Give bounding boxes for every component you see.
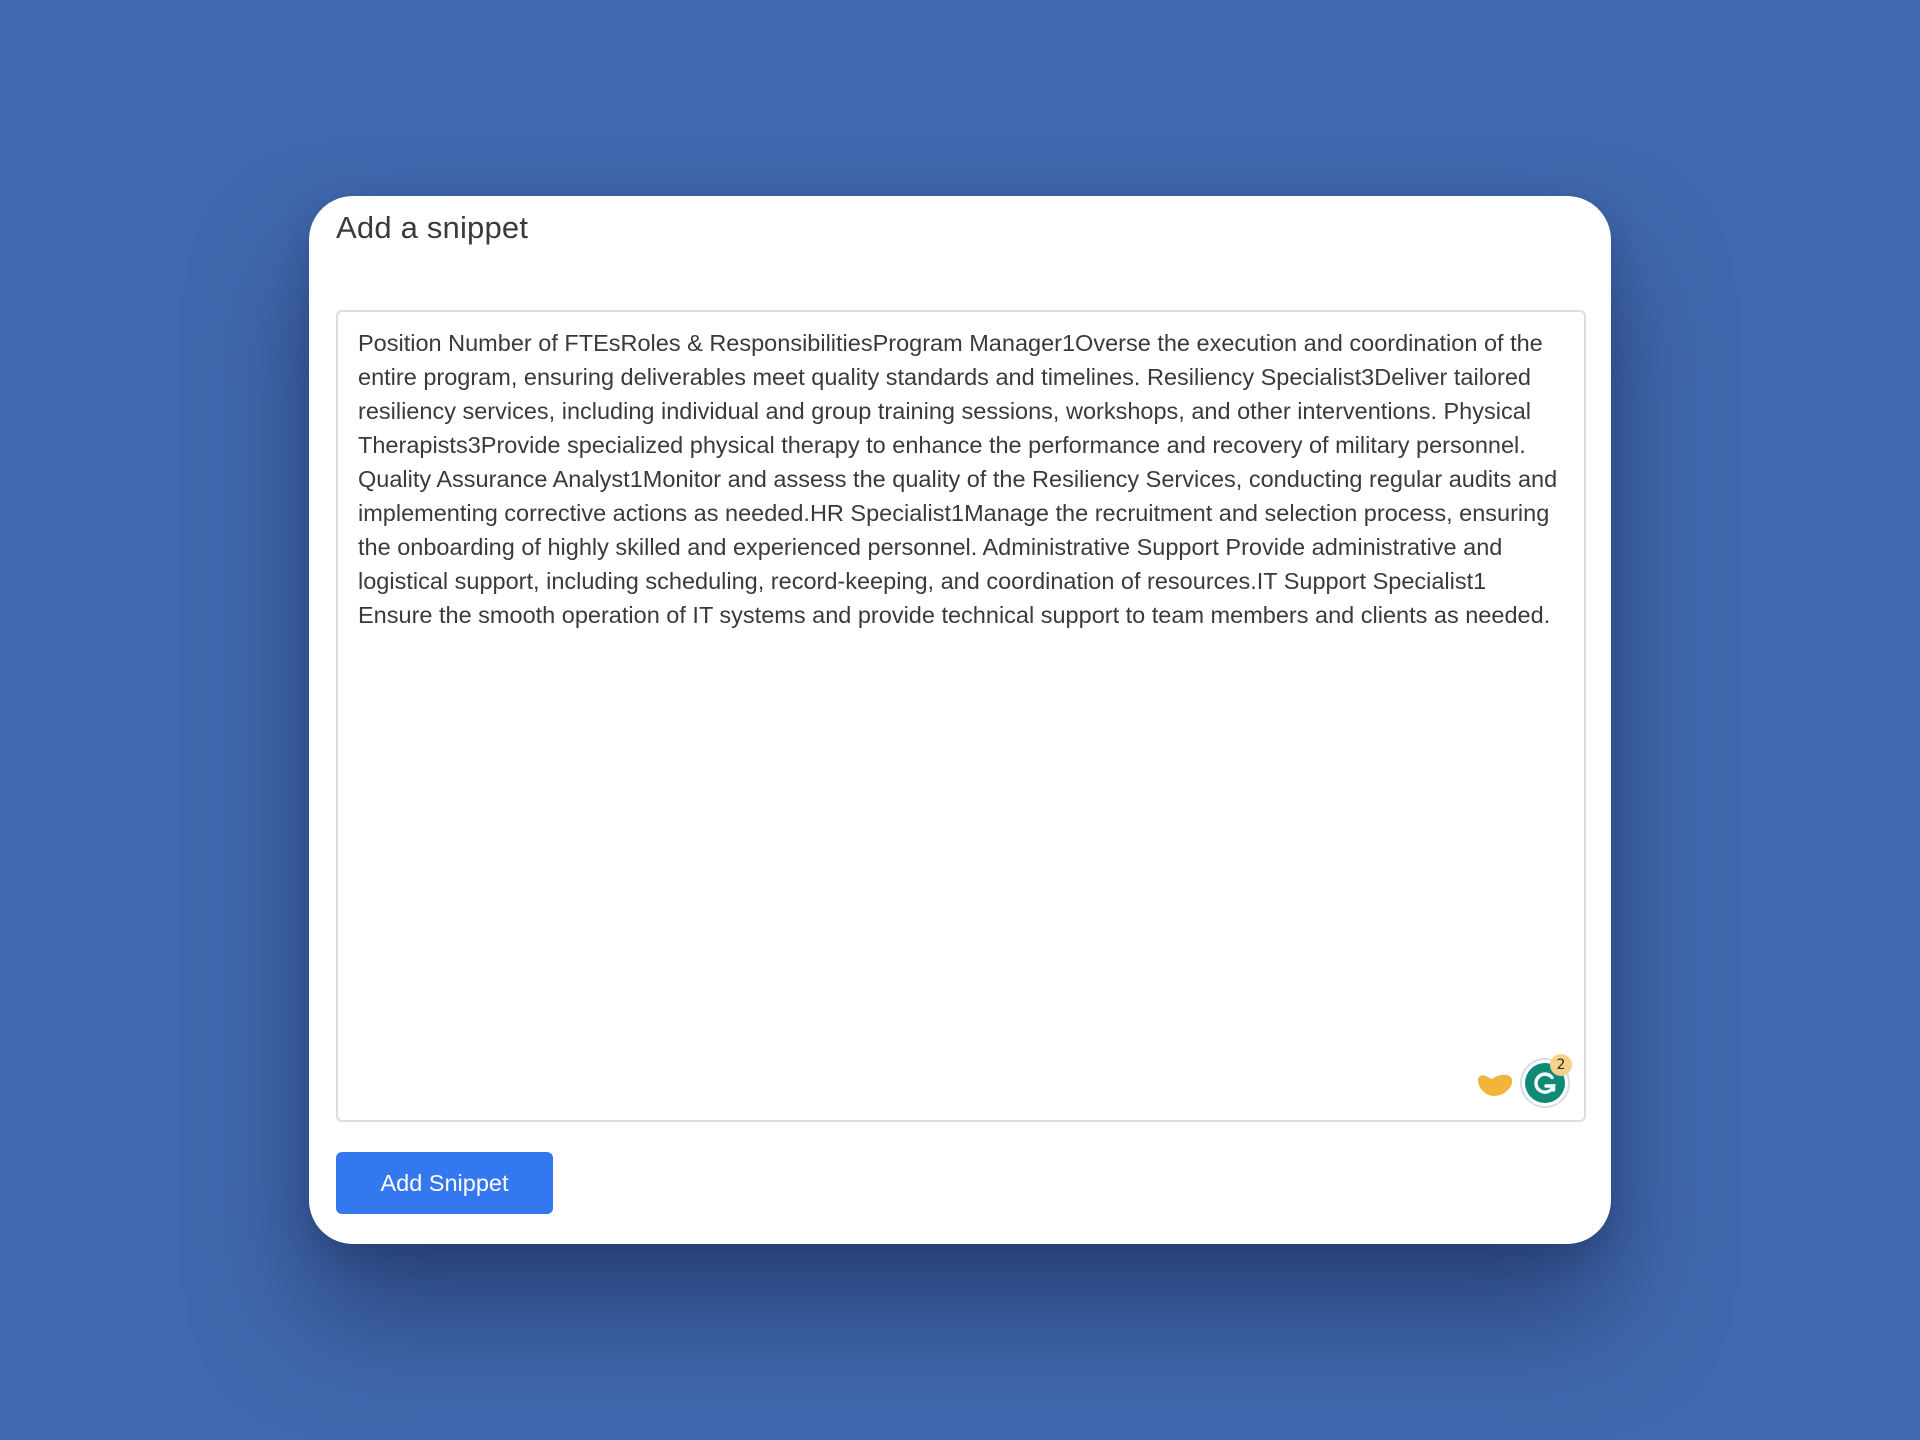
- grammarly-badge: 2: [1550, 1054, 1572, 1076]
- page-background: Add a snippet Position Number of FTEsRol…: [0, 0, 1920, 1440]
- grammarly-button[interactable]: 2: [1522, 1054, 1572, 1106]
- add-snippet-dialog: Add a snippet Position Number of FTEsRol…: [309, 196, 1611, 1244]
- add-snippet-button[interactable]: Add Snippet: [336, 1152, 553, 1214]
- yellow-hand-icon[interactable]: [1476, 1068, 1514, 1098]
- extension-icons: 2: [1476, 1054, 1572, 1106]
- dialog-title: Add a snippet: [336, 210, 529, 245]
- snippet-text[interactable]: Position Number of FTEsRoles & Responsib…: [358, 326, 1564, 632]
- snippet-textarea[interactable]: Position Number of FTEsRoles & Responsib…: [336, 310, 1586, 1122]
